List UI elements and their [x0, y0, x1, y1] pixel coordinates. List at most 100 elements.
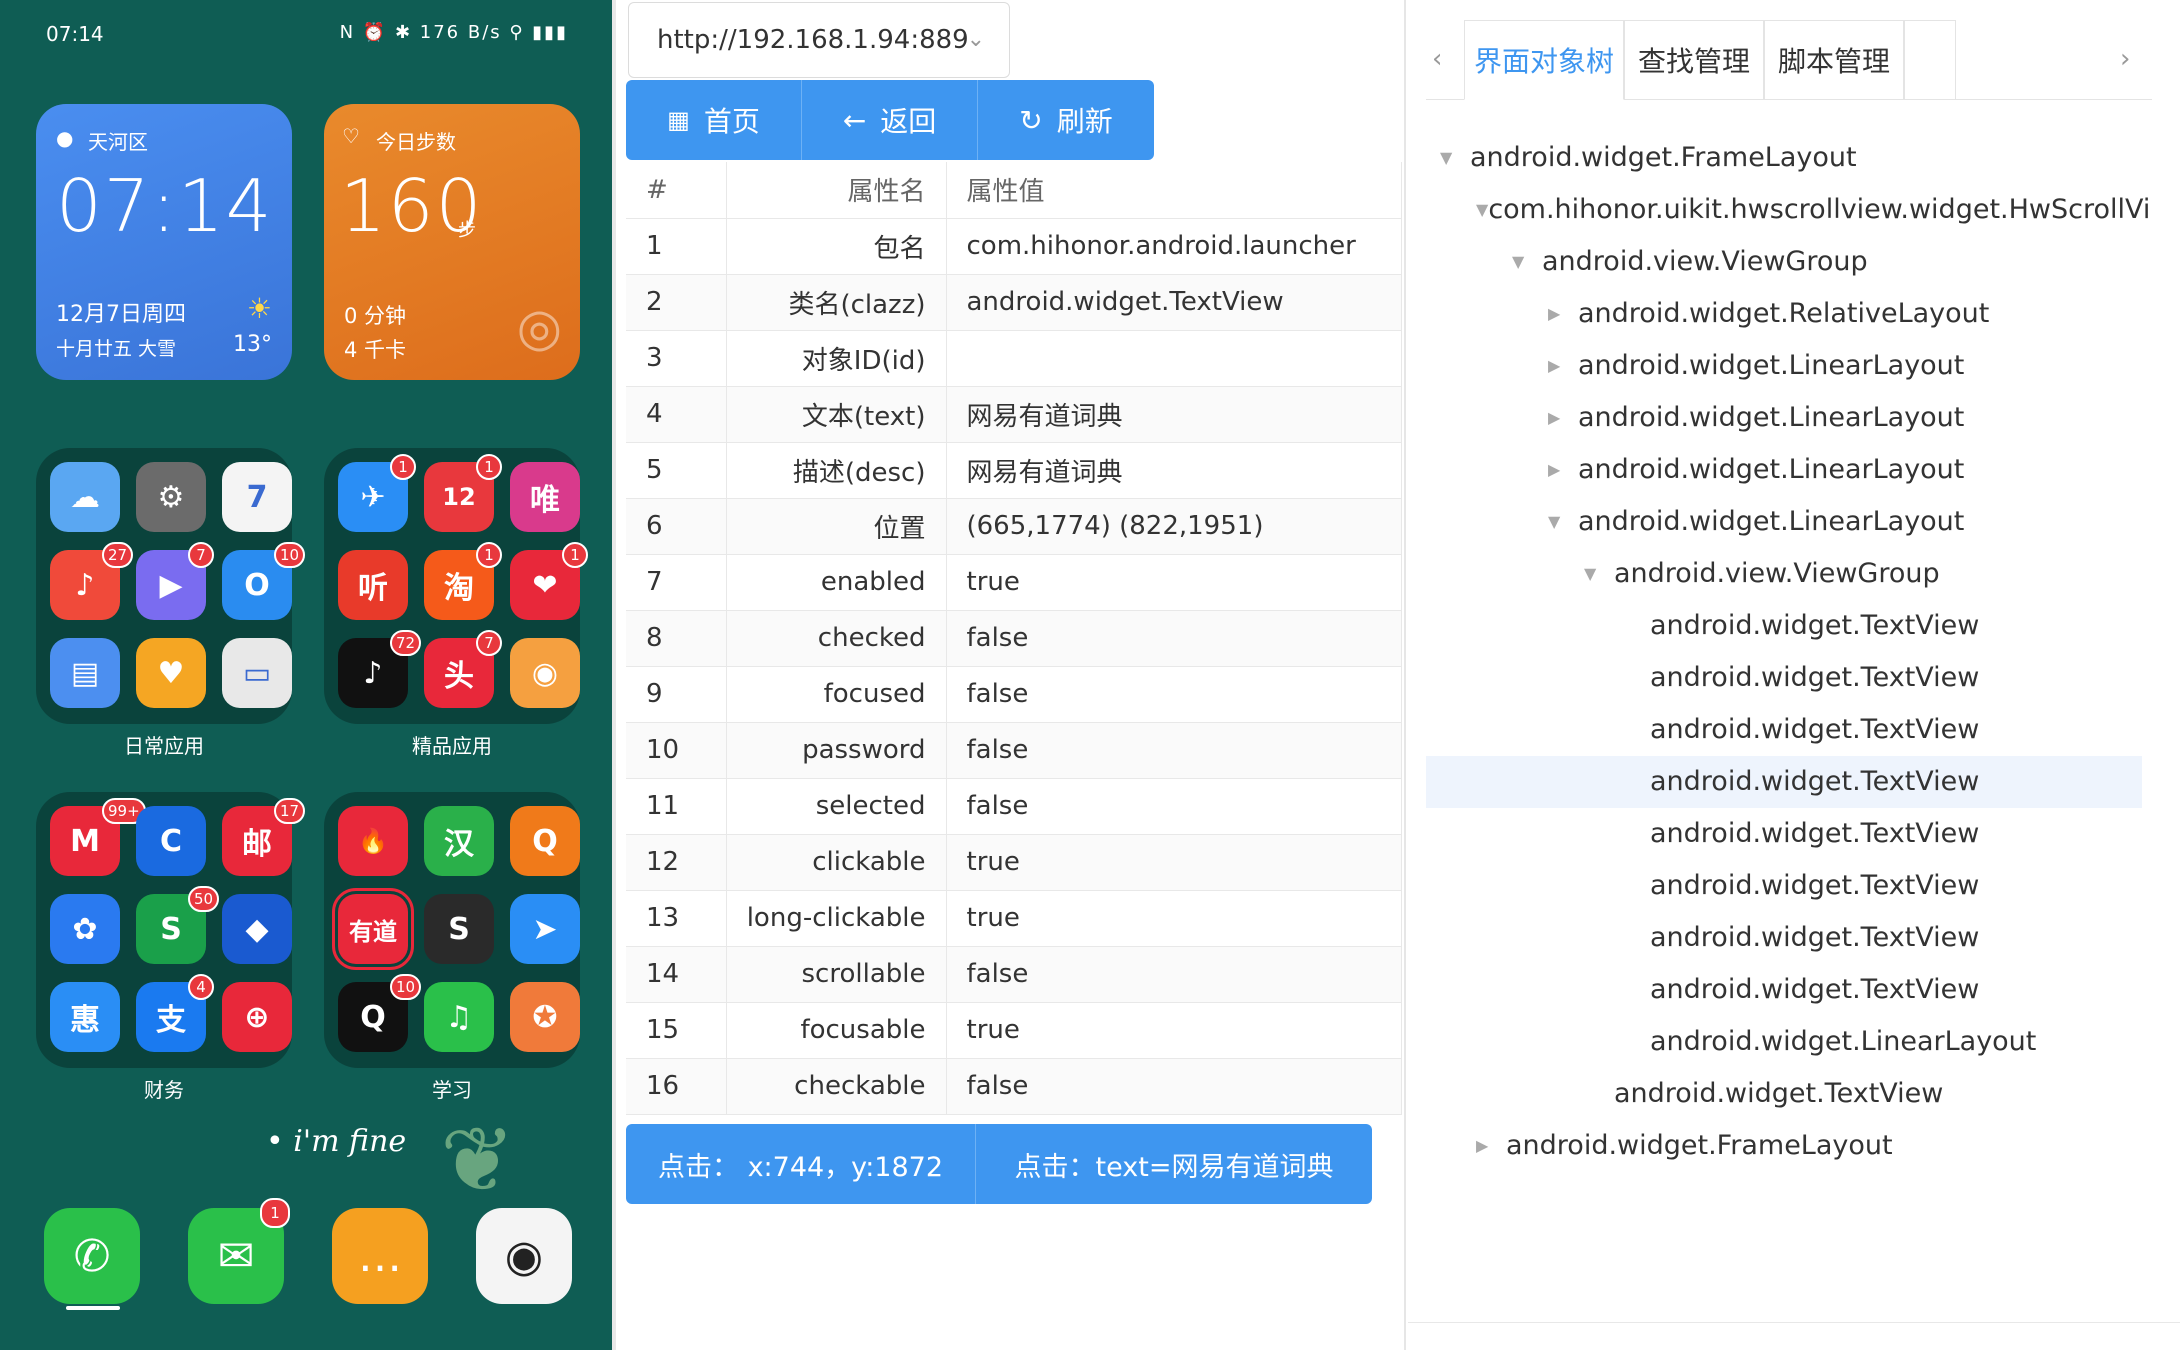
- property-value: false: [946, 1058, 1402, 1115]
- app-icon[interactable]: ▭: [222, 638, 292, 708]
- chevron-right-icon[interactable]: ›: [2120, 44, 2130, 74]
- app-folder[interactable]: 🔥 汉 Q 有道 S ➤ Q 10 ♫ ✪: [324, 792, 580, 1068]
- app-icon[interactable]: 唯: [510, 462, 580, 532]
- app-icon[interactable]: Q: [510, 806, 580, 876]
- app-icon[interactable]: 7: [222, 462, 292, 532]
- table-row[interactable]: 15 focusable true: [626, 1002, 1402, 1059]
- url-select[interactable]: http://192.168.1.94:889 ⌄: [628, 2, 1010, 78]
- app-icon[interactable]: ⚙: [136, 462, 206, 532]
- app-folder[interactable]: ✈ 1 12 1 唯听淘 1 ❤ 1 ♪ 72 头 7 ◉: [324, 448, 588, 724]
- tree-node[interactable]: ▶ android.widget.LinearLayout: [1548, 392, 1964, 442]
- app-icon[interactable]: ✪: [510, 982, 580, 1052]
- tree-node[interactable]: android.widget.LinearLayout: [1620, 1016, 2036, 1066]
- caret-down-icon[interactable]: ▼: [1512, 252, 1542, 271]
- chevron-left-icon[interactable]: ‹: [1432, 44, 1442, 74]
- caret-right-icon[interactable]: ▶: [1548, 408, 1578, 427]
- app-icon[interactable]: 汉: [424, 806, 494, 876]
- table-row[interactable]: 5 描述(desc) 网易有道词典: [626, 442, 1402, 499]
- tree-node[interactable]: ▶ android.widget.LinearLayout: [1548, 340, 1964, 390]
- tree-node[interactable]: android.widget.TextView: [1620, 860, 1979, 910]
- table-row[interactable]: 14 scrollable false: [626, 946, 1402, 1003]
- table-row[interactable]: 13 long-clickable true: [626, 890, 1402, 947]
- click-text-button[interactable]: 点击：text=网易有道词典: [976, 1124, 1372, 1204]
- youdao-app-icon-selected[interactable]: 有道: [332, 888, 414, 970]
- caret-down-icon[interactable]: ▼: [1548, 512, 1578, 531]
- tree-node[interactable]: android.widget.TextView: [1584, 1068, 1943, 1118]
- caret-right-icon[interactable]: ▶: [1476, 1136, 1506, 1155]
- caret-right-icon[interactable]: ▶: [1548, 460, 1578, 479]
- app-icon[interactable]: ◆: [222, 894, 292, 964]
- app-icon[interactable]: ✿: [50, 894, 120, 964]
- tree-node[interactable]: ▼ android.widget.FrameLayout: [1440, 132, 1857, 182]
- property-name: scrollable: [726, 946, 947, 1003]
- app-folder[interactable]: ☁ ⚙ 7 ♪ 27 ▶ 7 O 10 ▤ ♥ ▭: [36, 448, 306, 724]
- table-row[interactable]: 1 包名 com.hihonor.android.launcher: [626, 218, 1402, 275]
- tree-node[interactable]: ▶ android.widget.LinearLayout: [1548, 444, 1964, 494]
- tab-overflow[interactable]: [1904, 20, 1956, 100]
- caret-down-icon[interactable]: ▼: [1440, 148, 1470, 167]
- caret-right-icon[interactable]: ▶: [1548, 356, 1578, 375]
- click-coordinate-button[interactable]: 点击： x:744，y:1872: [626, 1124, 976, 1204]
- table-row[interactable]: 3 对象ID(id): [626, 330, 1402, 387]
- notification-badge: 1: [476, 454, 502, 480]
- tree-node[interactable]: android.widget.TextView: [1620, 756, 1979, 806]
- tree-node[interactable]: ▼ android.view.ViewGroup: [1512, 236, 1868, 286]
- dock-app-icon[interactable]: ◉: [476, 1208, 572, 1304]
- table-row[interactable]: 7 enabled true: [626, 554, 1402, 611]
- arrow-left-icon: ←: [842, 103, 867, 137]
- back-button[interactable]: ← 返回: [802, 80, 978, 160]
- table-row[interactable]: 4 文本(text) 网易有道词典: [626, 386, 1402, 443]
- property-name: long-clickable: [726, 890, 947, 947]
- tree-node[interactable]: ▶ android.widget.RelativeLayout: [1548, 288, 1989, 338]
- weather-lunar: 十月廿五 大雪: [56, 338, 177, 360]
- tree-node[interactable]: android.widget.TextView: [1620, 912, 1979, 962]
- tab-2[interactable]: 脚本管理: [1764, 20, 1904, 100]
- notification-badge: 17: [274, 798, 306, 824]
- weather-widget[interactable]: ● 天河区 07:14 12月7日周四 十月廿五 大雪 ☀ 13°: [36, 104, 292, 380]
- app-icon[interactable]: ♫: [424, 982, 494, 1052]
- tree-node[interactable]: ▼ com.hihonor.uikit.hwscrollview.widget.H…: [1476, 184, 2148, 234]
- app-icon[interactable]: ▤: [50, 638, 120, 708]
- app-icon[interactable]: S: [424, 894, 494, 964]
- phone-screen[interactable]: 07:14 N ⏰ ✱ 176 B/s ⚲ ▮▮▮ ● 天河区 07:14 12…: [0, 0, 616, 1350]
- table-row[interactable]: 16 checkable false: [626, 1058, 1402, 1115]
- tree-node[interactable]: android.widget.TextView: [1620, 808, 1979, 858]
- app-icon[interactable]: C: [136, 806, 206, 876]
- table-row[interactable]: 8 checked false: [626, 610, 1402, 667]
- app-folder[interactable]: M 99+ C 邮 17 ✿ S 50 ◆ 惠支 4 ⊕: [36, 792, 306, 1068]
- home-button[interactable]: ▦ 首页: [626, 80, 802, 160]
- dock-app-icon[interactable]: …: [332, 1208, 428, 1304]
- app-icon[interactable]: 🔥: [338, 806, 408, 876]
- app-icon[interactable]: ☁: [50, 462, 120, 532]
- tree-node[interactable]: android.widget.TextView: [1620, 652, 1979, 702]
- refresh-button[interactable]: ↻ 刷新: [978, 80, 1154, 160]
- property-value: 网易有道词典: [946, 442, 1402, 499]
- table-row[interactable]: 11 selected false: [626, 778, 1402, 835]
- app-icon[interactable]: 惠: [50, 982, 120, 1052]
- tab-1[interactable]: 查找管理: [1624, 20, 1764, 100]
- tab-0[interactable]: 界面对象树: [1464, 20, 1624, 100]
- row-index: 9: [626, 666, 727, 723]
- app-icon[interactable]: ♥: [136, 638, 206, 708]
- caret-right-icon[interactable]: ▶: [1548, 304, 1578, 323]
- tree-node[interactable]: ▼ android.widget.LinearLayout: [1548, 496, 1964, 546]
- table-row[interactable]: 10 password false: [626, 722, 1402, 779]
- app-icon[interactable]: ⊕: [222, 982, 292, 1052]
- tree-node[interactable]: android.widget.TextView: [1620, 704, 1979, 754]
- property-value: true: [946, 890, 1402, 947]
- dock-app-icon[interactable]: ✆: [44, 1208, 140, 1304]
- tree-node[interactable]: ▶ android.widget.FrameLayout: [1476, 1120, 1893, 1170]
- app-icon[interactable]: ◉: [510, 638, 580, 708]
- table-row[interactable]: 6 位置 (665,1774) (822,1951): [626, 498, 1402, 555]
- table-row[interactable]: 12 clickable true: [626, 834, 1402, 891]
- app-icon[interactable]: ➤: [510, 894, 580, 964]
- caret-down-icon[interactable]: ▼: [1584, 564, 1614, 583]
- caret-down-icon[interactable]: ▼: [1476, 200, 1488, 219]
- steps-widget[interactable]: ♡ 今日步数 160 步 0 分钟 4 千卡 ◎: [324, 104, 580, 380]
- tree-node[interactable]: ▼ android.view.ViewGroup: [1584, 548, 1940, 598]
- table-row[interactable]: 9 focused false: [626, 666, 1402, 723]
- table-row[interactable]: 2 类名(clazz) android.widget.TextView: [626, 274, 1402, 331]
- tree-node[interactable]: android.widget.TextView: [1620, 964, 1979, 1014]
- tree-node[interactable]: android.widget.TextView: [1620, 600, 1979, 650]
- app-icon[interactable]: 听: [338, 550, 408, 620]
